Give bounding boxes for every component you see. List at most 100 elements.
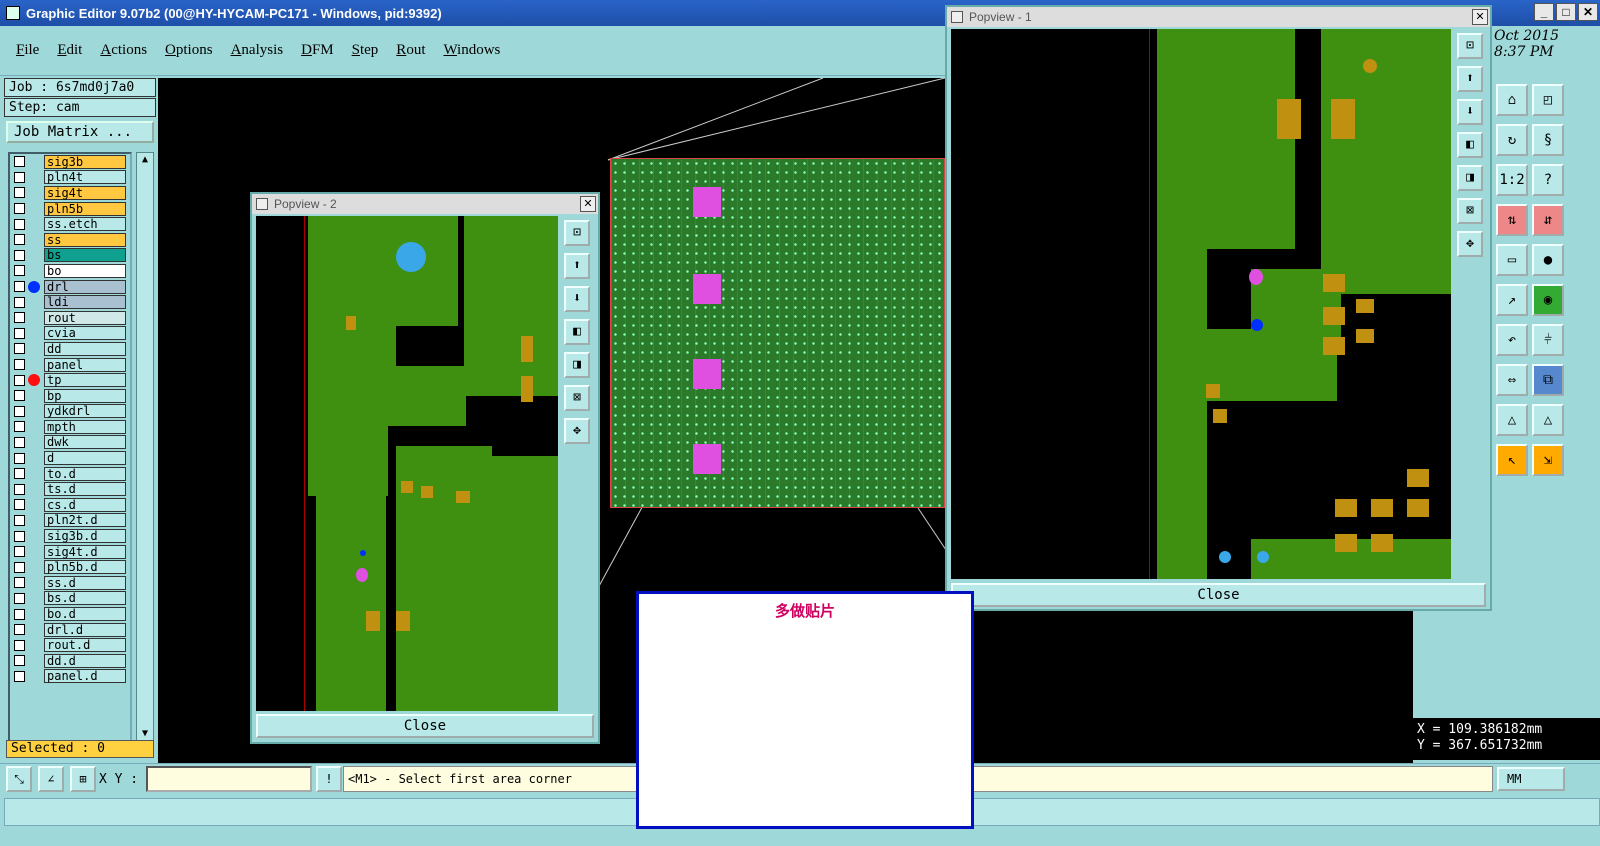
job-matrix-button[interactable]: Job Matrix ... [6, 121, 154, 143]
layer-name[interactable]: panel.d [44, 669, 126, 684]
mirror-icon[interactable]: ⫩ [1532, 324, 1564, 356]
expand-icon[interactable]: ⊠ [1457, 198, 1483, 224]
layer-name[interactable]: drl.d [44, 622, 126, 637]
snap-mode-icon[interactable]: ⤡ [6, 766, 32, 792]
layer-row[interactable]: pln5b.d [10, 559, 130, 575]
layer-checkbox[interactable] [14, 421, 25, 433]
layer-name[interactable]: sig4t.d [44, 544, 126, 559]
layer-row[interactable]: sig3b.d [10, 528, 130, 544]
layer-row[interactable]: bs [10, 248, 130, 264]
layer-row[interactable]: ss.etch [10, 216, 130, 232]
pan-left-icon[interactable]: ◧ [564, 319, 590, 345]
menu-step[interactable]: Step [352, 42, 379, 59]
layer-checkbox[interactable] [14, 359, 25, 371]
angle-mode-icon[interactable]: ∠ [38, 766, 64, 792]
layer-name[interactable]: ydkdrl [44, 404, 126, 419]
layer-checkbox[interactable] [14, 171, 25, 183]
menu-file[interactable]: File [16, 42, 39, 59]
center-icon[interactable]: ✥ [1457, 231, 1483, 257]
layer-row[interactable]: sig4t.d [10, 544, 130, 560]
arc-edit-icon[interactable]: △ [1532, 404, 1564, 436]
layer-row[interactable]: ss [10, 232, 130, 248]
layer-row[interactable]: panel.d [10, 669, 130, 685]
layer-checkbox[interactable] [14, 561, 25, 573]
popview-2-view[interactable] [256, 216, 558, 711]
close-icon[interactable]: ✕ [1472, 9, 1488, 25]
layer-checkbox[interactable] [14, 296, 25, 308]
measure-icon[interactable]: ↗ [1496, 284, 1528, 316]
layer-name[interactable]: cs.d [44, 497, 126, 512]
layer-row[interactable]: rout [10, 310, 130, 326]
close-icon[interactable]: ✕ [1578, 3, 1598, 21]
layer-checkbox[interactable] [14, 608, 25, 620]
layer-checkbox[interactable] [14, 499, 25, 511]
layer-name[interactable]: bs.d [44, 591, 126, 606]
layer-checkbox[interactable] [14, 468, 25, 480]
help-icon[interactable]: ? [1532, 164, 1564, 196]
layer-checkbox[interactable] [14, 156, 25, 168]
scale-icon[interactable]: 1:2 [1496, 164, 1528, 196]
layer-name[interactable]: to.d [44, 466, 126, 481]
pad-icon[interactable]: ● [1532, 244, 1564, 276]
layer-checkbox[interactable] [14, 670, 25, 682]
layer-checkbox[interactable] [14, 546, 25, 558]
layer-name[interactable]: d [44, 451, 126, 466]
layer-row[interactable]: bs.d [10, 591, 130, 607]
menu-analysis[interactable]: Analysis [231, 42, 284, 59]
layer-checkbox[interactable] [14, 234, 25, 246]
close-icon[interactable]: ✕ [580, 196, 596, 212]
layer-name[interactable]: bp [44, 388, 126, 403]
layer-row[interactable]: dwk [10, 435, 130, 451]
layer-name[interactable]: bs [44, 248, 126, 263]
layer-name[interactable]: ss [44, 232, 126, 247]
layer-name[interactable]: ss.d [44, 575, 126, 590]
layer-row[interactable]: pln2t.d [10, 513, 130, 529]
layer-row[interactable]: panel [10, 357, 130, 373]
layer-checkbox[interactable] [14, 249, 25, 261]
layer-name[interactable]: pln4t [44, 170, 126, 185]
xy-input[interactable] [146, 766, 312, 792]
menu-edit[interactable]: Edit [57, 42, 82, 59]
minimize-icon[interactable]: _ [1534, 3, 1554, 21]
zoom-fit-icon[interactable]: ⊡ [1457, 33, 1483, 59]
layer-scrollbar[interactable]: ▲ ▼ [136, 152, 154, 742]
layer-checkbox[interactable] [14, 655, 25, 667]
layer-checkbox[interactable] [14, 624, 25, 636]
layer-row[interactable]: dd [10, 341, 130, 357]
layer-name[interactable]: sig3b [44, 154, 126, 169]
layer-checkbox[interactable] [14, 592, 25, 604]
layer-name[interactable]: mpth [44, 419, 126, 434]
menu-windows[interactable]: Windows [443, 42, 500, 59]
layer-checkbox[interactable] [14, 265, 25, 277]
layer-row[interactable]: ss.d [10, 575, 130, 591]
expand-icon[interactable]: ⊠ [564, 385, 590, 411]
pan-right-icon[interactable]: ◨ [1457, 165, 1483, 191]
layer-name[interactable]: panel [44, 357, 126, 372]
layer-row[interactable]: mpth [10, 419, 130, 435]
route-icon[interactable]: ⇅ [1496, 204, 1528, 236]
layer-name[interactable]: rout [44, 310, 126, 325]
ruler-icon[interactable]: ▭ [1496, 244, 1528, 276]
redraw-icon[interactable]: ↻ [1496, 124, 1528, 156]
undo-icon[interactable]: ↶ [1496, 324, 1528, 356]
layer-checkbox[interactable] [14, 452, 25, 464]
scroll-down-icon[interactable]: ▼ [137, 727, 153, 741]
center-icon[interactable]: ✥ [564, 418, 590, 444]
layer-row[interactable]: bo [10, 263, 130, 279]
layer-name[interactable]: pln5b [44, 201, 126, 216]
arc-icon[interactable]: △ [1496, 404, 1528, 436]
layer-checkbox[interactable] [14, 530, 25, 542]
layer-row[interactable]: cs.d [10, 497, 130, 513]
zoom-out-icon[interactable]: ⬇ [1457, 99, 1483, 125]
layer-name[interactable]: ldi [44, 295, 126, 310]
layer-name[interactable]: cvia [44, 326, 126, 341]
zoom-fit-icon[interactable]: ⊡ [564, 220, 590, 246]
layer-row[interactable]: bp [10, 388, 130, 404]
layer-row[interactable]: to.d [10, 466, 130, 482]
layer-name[interactable]: drl [44, 279, 126, 294]
layer-row[interactable]: dd.d [10, 653, 130, 669]
layer-name[interactable]: dwk [44, 435, 126, 450]
layer-row[interactable]: pln5b [10, 201, 130, 217]
pan-right-icon[interactable]: ◨ [564, 352, 590, 378]
layer-row[interactable]: drl.d [10, 622, 130, 638]
